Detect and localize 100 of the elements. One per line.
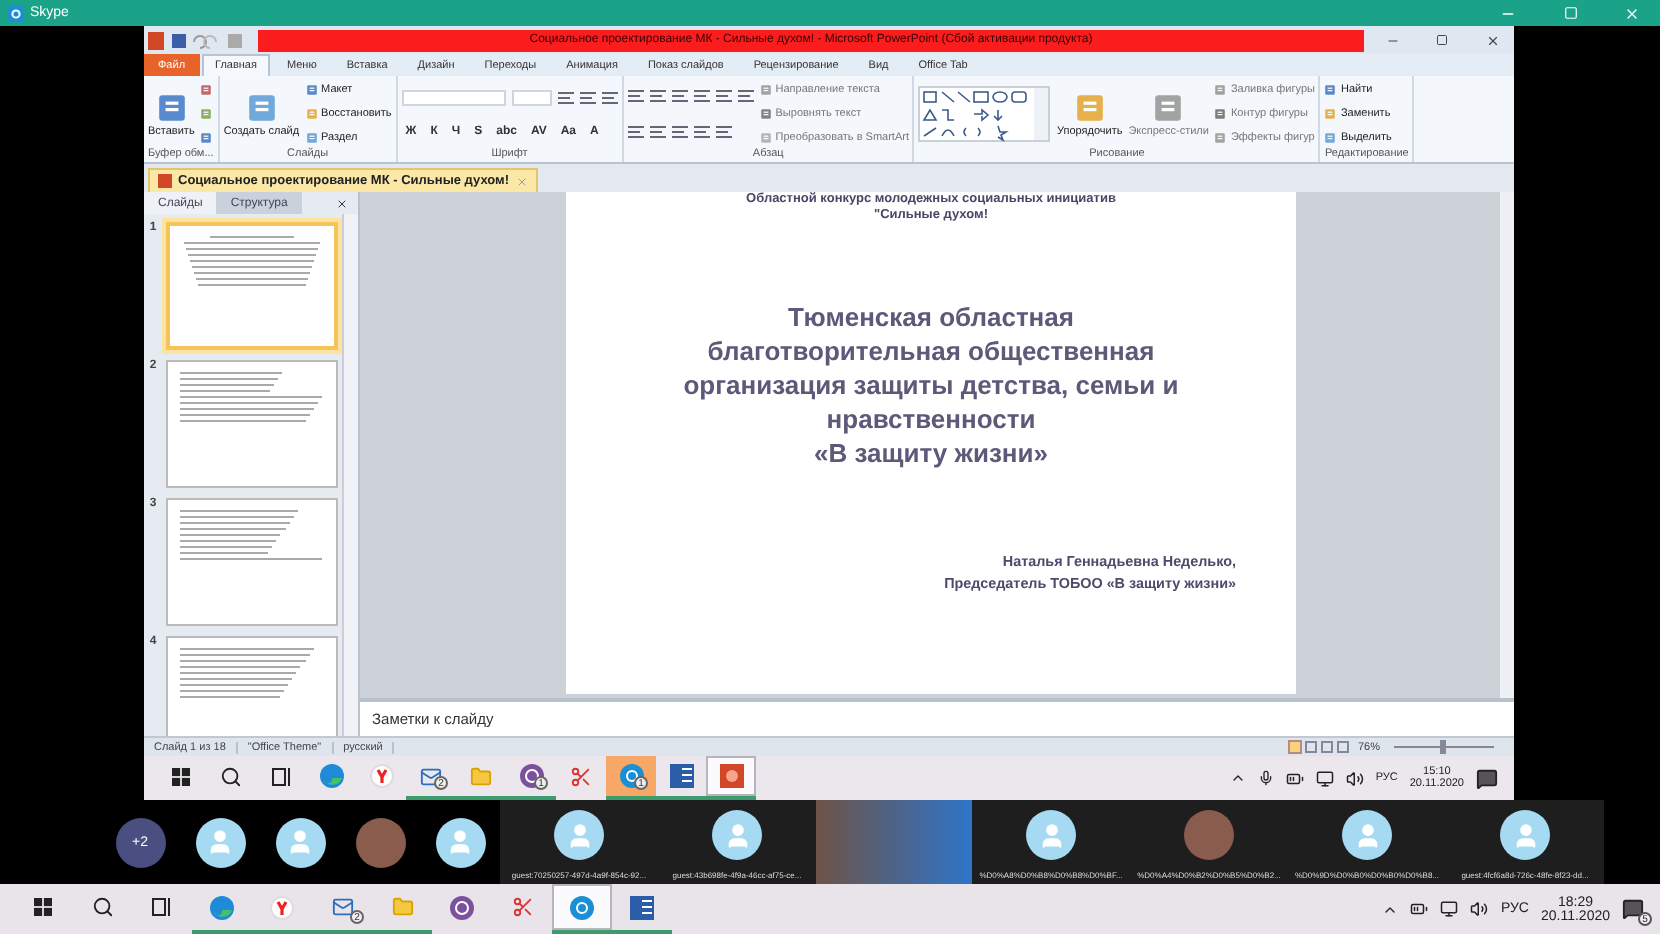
ribbon-tool-icon [1324,107,1337,120]
network-icon [1315,769,1334,787]
ribbon-tool-icon [759,131,772,144]
view-buttons-icon[interactable] [1287,740,1352,754]
ribbon-tool-icon [305,107,318,120]
notification-icon [1622,898,1644,920]
folder-icon [470,765,492,787]
format-tool-icon[interactable] [715,90,732,103]
network-icon [1440,900,1459,918]
ribbon-tool-icon [759,84,772,97]
ribbon-tool-icon [759,107,772,120]
presentation-app-icon [719,764,743,788]
avatar-circle [1026,810,1076,860]
avatar-circle [1500,810,1550,860]
scrollbar[interactable] [1500,192,1514,698]
format-tool-icon[interactable] [557,91,574,104]
notification-icon [1476,767,1498,789]
format-tool-icon[interactable] [601,91,618,104]
phone-chat-icon [450,895,474,919]
start-icon [33,898,51,916]
ribbon-tool-icon [200,107,213,120]
start-icon [172,767,190,785]
close-icon [1485,33,1499,47]
scissors-icon [570,765,592,787]
scissors-icon [511,896,533,918]
format-tool-icon[interactable] [627,90,644,103]
ribbon-tool-icon [305,84,318,97]
folder-icon [391,896,413,918]
format-tool-icon[interactable] [715,125,732,138]
mail-icon [331,896,353,918]
ribbon-button[interactable] [200,131,213,144]
format-tool-icon[interactable] [671,125,688,138]
ribbon-tool-icon [1214,84,1227,97]
search-icon [220,765,242,787]
ribbon-tool-icon [245,91,278,123]
chat-app-icon [570,895,594,919]
task-view-icon [271,767,291,785]
avatar-circle [1342,810,1392,860]
avatar-circle [275,817,325,867]
photo-placeholder [1184,810,1234,860]
browser-icon [369,764,393,788]
photo-placeholder [355,817,405,867]
close-icon[interactable] [515,175,528,187]
avatar-circle [435,817,485,867]
avatar-circle [712,810,762,860]
browser-icon [270,895,294,919]
slide-thumbnail[interactable] [166,636,338,736]
avatar-circle [195,817,245,867]
microphone-icon [1257,770,1274,786]
font-name-field[interactable] [401,89,506,106]
volume-icon [1470,900,1489,918]
ribbon-tool-icon [1324,131,1337,144]
format-tool-icon[interactable] [649,125,666,138]
format-tool-icon[interactable] [579,91,596,104]
ribbon-tool-icon [1324,84,1337,97]
ribbon-tool-icon [1073,91,1106,123]
shapes-gallery-drawing[interactable] [918,86,1051,142]
format-tool-icon[interactable] [671,90,688,103]
app-logo-icon [8,5,24,21]
format-tool-icon[interactable] [627,125,644,138]
document-app-icon [669,764,693,788]
restore-icon [1436,34,1448,46]
zoom-slider-thumb[interactable] [1439,740,1445,754]
battery-icon [1285,769,1304,787]
chevron-up-icon [1229,770,1246,786]
close-icon [336,197,348,209]
ribbon-button[interactable] [200,107,213,120]
avatar-circle [554,810,604,860]
font-size-field[interactable] [511,89,552,106]
slide-title: благотворительная общественная [707,334,1155,368]
search-icon [91,896,113,918]
volume-icon [1345,769,1364,787]
format-tool-icon[interactable] [649,90,666,103]
ribbon-button[interactable] [200,84,213,97]
ribbon-tool-icon [200,84,213,97]
slide-title: Тюменская областная [788,300,1074,334]
close-icon [1624,5,1640,21]
document-app-icon [630,895,654,919]
browser-icon [210,895,234,919]
format-tool-icon[interactable] [693,90,710,103]
ribbon-tool-icon [1214,107,1227,120]
ribbon-tool-icon [1214,131,1227,144]
maximize-icon [1563,6,1577,20]
scrollbar[interactable] [342,214,358,736]
mail-icon [420,765,442,787]
ribbon-tool-icon [200,131,213,144]
format-tool-icon[interactable] [737,90,754,103]
battery-icon [1410,900,1429,918]
browser-icon [319,764,343,788]
format-tool-icon[interactable] [693,125,710,138]
ribbon-tool-icon [305,131,318,144]
slide-title: нравственности [826,402,1036,436]
slide-title: организация защиты детства, семьи и [683,368,1179,402]
task-view-icon [152,898,172,916]
ribbon-tool-icon [1152,91,1185,123]
slide-thumbnail[interactable] [166,498,338,626]
presentation-file-icon [158,174,172,188]
ribbon-tool-icon [155,91,188,123]
slide-thumbnail[interactable] [166,222,338,350]
slide-thumbnail[interactable] [166,360,338,488]
